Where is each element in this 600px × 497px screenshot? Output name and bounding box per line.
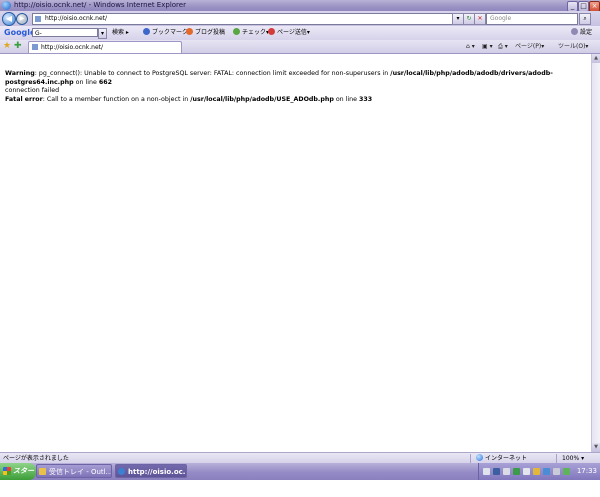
antivirus-icon[interactable] xyxy=(513,468,520,475)
ie-icon xyxy=(118,468,125,475)
feeds-button[interactable]: ▣ ▾ xyxy=(482,40,493,53)
tray-app-icon[interactable] xyxy=(563,468,570,475)
taskbar-item-ie[interactable]: http://oisio.oc... xyxy=(115,464,187,478)
search-box[interactable]: Google xyxy=(486,13,578,25)
start-button[interactable]: スタート xyxy=(0,463,36,492)
tab-title: http://oisio.ocnk.net/ xyxy=(41,44,104,51)
search-input[interactable]: Google xyxy=(490,14,511,24)
globe-icon xyxy=(476,454,483,461)
print-button[interactable]: ⎙ ▾ xyxy=(498,40,508,53)
status-divider xyxy=(556,454,557,463)
star-icon xyxy=(143,28,150,35)
wrench-icon xyxy=(571,28,578,35)
vertical-scrollbar[interactable]: ▲ ▼ xyxy=(591,54,600,452)
address-bar[interactable]: http://oisio.ocnk.net/ xyxy=(32,13,458,25)
tray-app-icon[interactable] xyxy=(543,468,550,475)
blog-post-button[interactable]: ブログ投稿 xyxy=(186,27,225,39)
favorites-star-icon[interactable]: ★ xyxy=(3,41,11,52)
connection-failed-text: connection failed xyxy=(5,87,60,94)
mail-icon xyxy=(39,468,46,475)
google-logo: Google xyxy=(4,28,36,37)
google-toolbar: Google G- ▾ 検索 ▸ ブックマーク▾ ブログ投稿 チェック▾ ページ… xyxy=(0,26,600,41)
taskbar: スタート 受信トレイ - Outl... http://oisio.oc... … xyxy=(0,463,600,492)
tab-current[interactable]: http://oisio.ocnk.net/ xyxy=(28,41,182,53)
send-icon xyxy=(268,28,275,35)
navigation-bar: ◀ ▶ http://oisio.ocnk.net/ ▾ ↻ ✕ Google … xyxy=(0,11,600,26)
windows-flag-icon xyxy=(3,467,11,475)
fatal-line-number: 333 xyxy=(359,95,373,103)
page-icon xyxy=(32,44,38,50)
google-settings-button[interactable]: 設定 xyxy=(571,27,592,39)
window-title: http://oisio.ocnk.net/ - Windows Interne… xyxy=(14,1,186,9)
title-bar: http://oisio.ocnk.net/ - Windows Interne… xyxy=(0,0,600,12)
ie-logo-icon xyxy=(2,1,11,10)
send-page-button[interactable]: ページ送信▾ xyxy=(268,27,310,39)
warning-label: Warning xyxy=(5,70,35,77)
page-icon xyxy=(35,16,41,22)
fatal-error-label: Fatal error xyxy=(5,95,43,103)
check-button[interactable]: チェック▾ xyxy=(233,27,269,39)
system-tray: 17:33 xyxy=(478,463,600,480)
tray-app-icon[interactable] xyxy=(523,468,530,475)
page-content: Warning: pg_connect(): Unable to connect… xyxy=(0,54,591,452)
stop-button[interactable]: ✕ xyxy=(474,13,486,25)
forward-button[interactable]: ▶ xyxy=(16,13,28,25)
bookmark-button[interactable]: ブックマーク▾ xyxy=(143,27,191,39)
google-dropdown-button[interactable]: ▾ xyxy=(98,28,107,39)
blogger-icon xyxy=(186,28,193,35)
scroll-down-button[interactable]: ▼ xyxy=(592,443,600,452)
google-search-input[interactable]: G- xyxy=(32,28,98,37)
tray-app-icon[interactable] xyxy=(553,468,560,475)
clock[interactable]: 17:33 xyxy=(577,463,597,480)
add-favorites-icon[interactable]: ✚ xyxy=(14,41,22,52)
back-button[interactable]: ◀ xyxy=(2,12,16,26)
keyboard-icon[interactable] xyxy=(483,468,490,475)
home-button[interactable]: ⌂ ▾ xyxy=(466,40,475,53)
tab-bar: ★ ✚ http://oisio.ocnk.net/ ⌂ ▾ ▣ ▾ ⎙ ▾ ペ… xyxy=(0,40,600,54)
taskbar-item-outlook[interactable]: 受信トレイ - Outl... xyxy=(36,464,112,478)
fatal-file-path: /usr/local/lib/php/adodb/USE_ADOdb.php xyxy=(190,95,334,103)
page-menu[interactable]: ページ(P)▾ xyxy=(515,40,544,53)
error-message: Warning: pg_connect(): Unable to connect… xyxy=(5,70,553,103)
google-search-button[interactable]: 検索 ▸ xyxy=(112,27,129,39)
network-icon[interactable] xyxy=(493,468,500,475)
volume-icon[interactable] xyxy=(503,468,510,475)
tools-menu[interactable]: ツール(O)▾ xyxy=(558,40,588,53)
status-divider xyxy=(470,454,471,463)
search-button[interactable]: ⌕ xyxy=(579,13,591,25)
warning-line-number: 662 xyxy=(98,78,113,86)
scroll-up-button[interactable]: ▲ xyxy=(592,54,600,63)
address-input[interactable]: http://oisio.ocnk.net/ xyxy=(45,14,107,24)
tray-app-icon[interactable] xyxy=(533,468,540,475)
check-icon xyxy=(233,28,240,35)
